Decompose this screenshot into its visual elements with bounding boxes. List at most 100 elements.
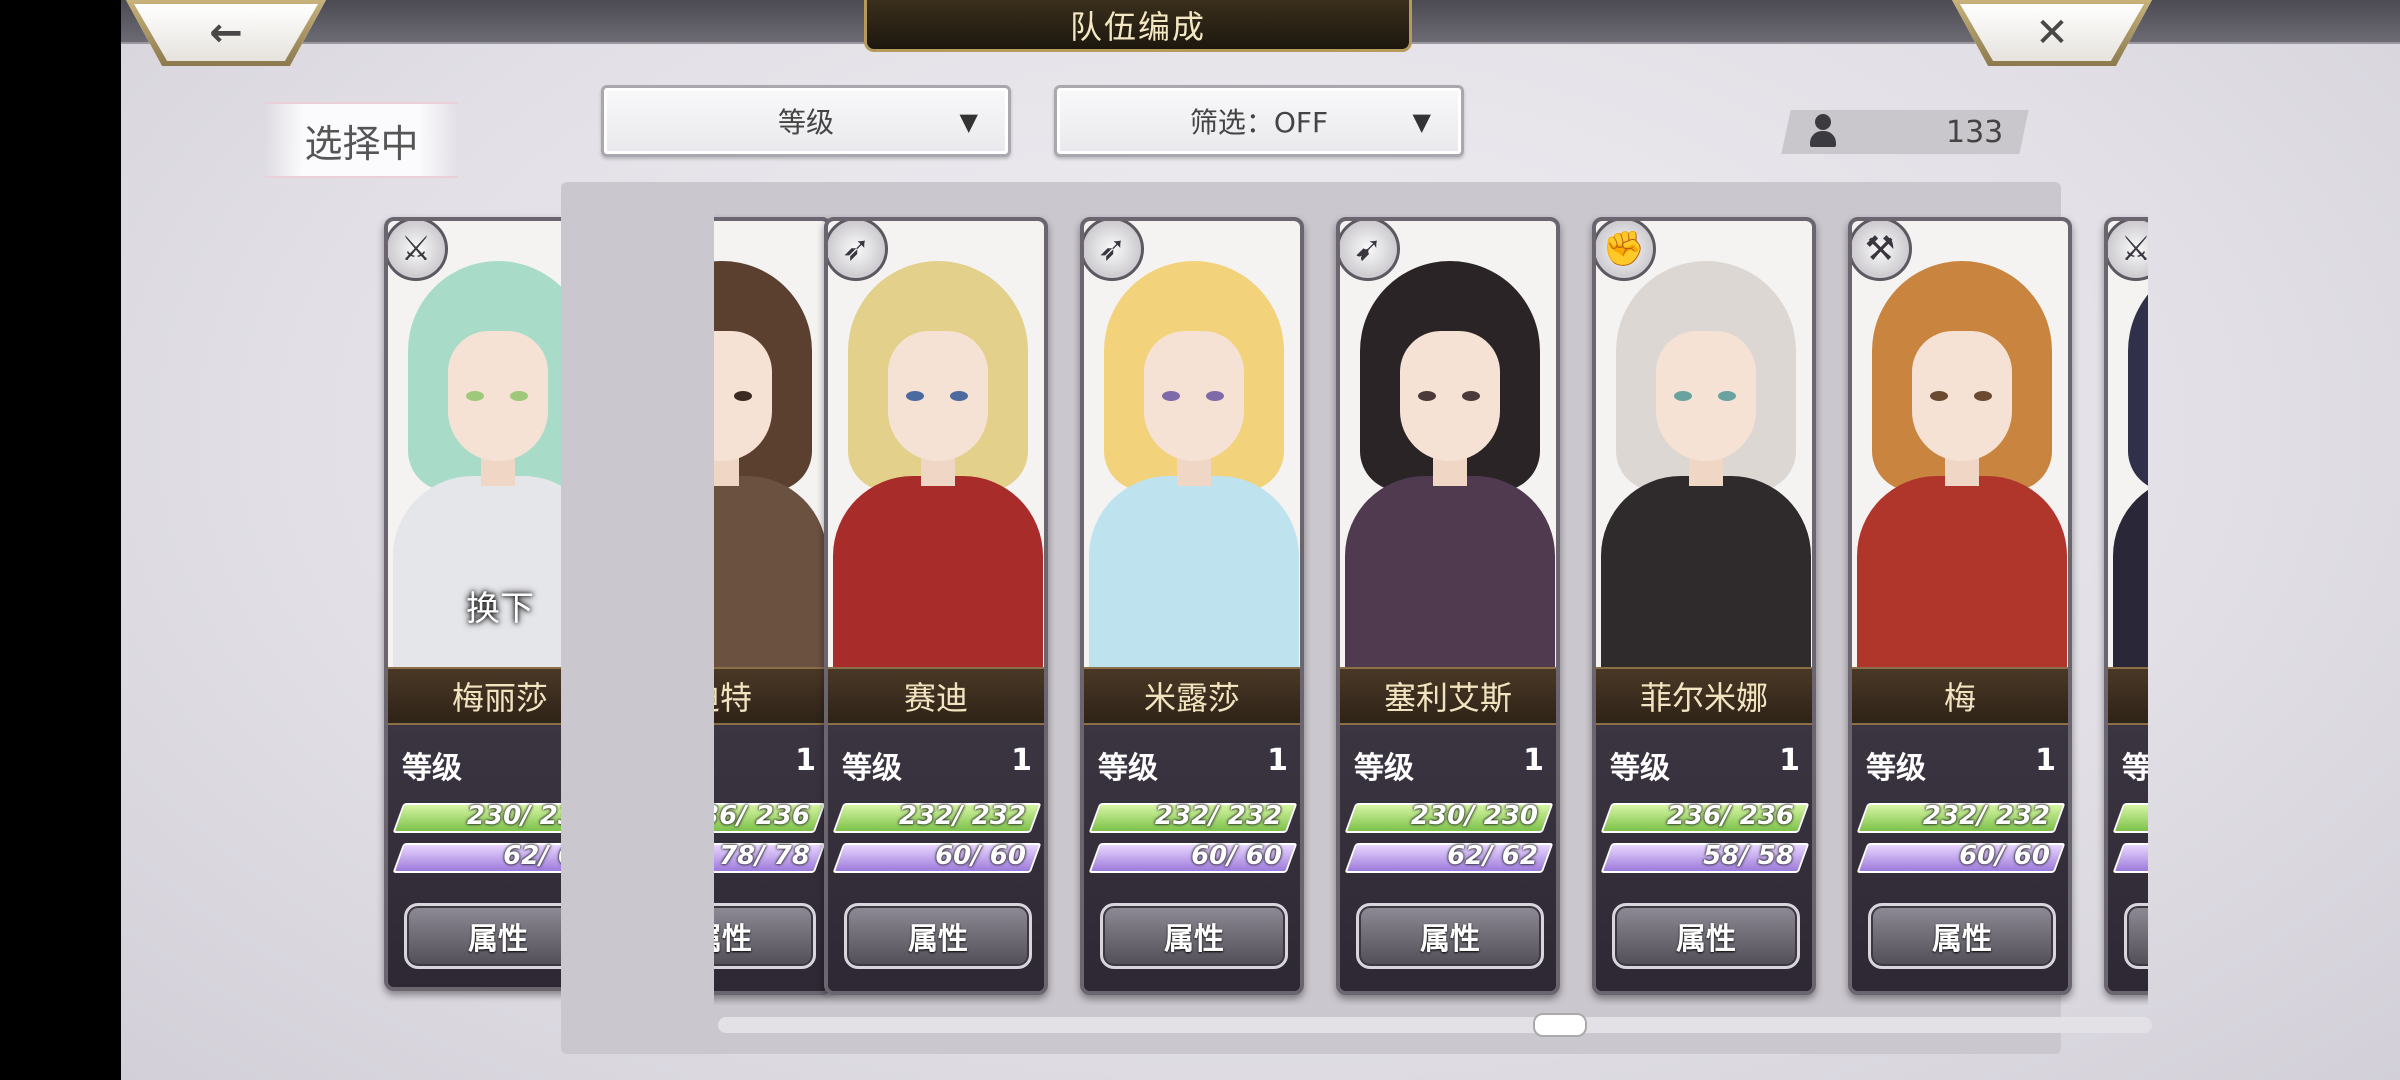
stats-panel: 等级 1 236/ 236 78/ 78 属性: [714, 725, 828, 991]
level-row: 等级 1: [1354, 743, 1544, 786]
name-bar: 赛迪: [828, 667, 1044, 725]
character-card[interactable]: ➶ 米露莎 等级 1 232/ 232 60/ 60 属性: [1080, 217, 1304, 995]
close-icon: ✕: [2035, 10, 2069, 56]
attributes-button[interactable]: 属性: [714, 903, 816, 969]
character-portrait: [2108, 221, 2148, 667]
weapon-type-icon: ➹: [1340, 221, 1400, 281]
character-portrait: [828, 221, 1044, 667]
filter-dropdown-label: 筛选：OFF: [1189, 106, 1329, 139]
mp-value: 60/ 60: [1191, 841, 1282, 871]
character-portrait: [1852, 221, 2068, 667]
hp-value: 236/ 236: [714, 801, 810, 831]
attributes-button-label: 属性: [1676, 922, 1736, 957]
level-label: 等级: [1610, 751, 1670, 786]
character-name: 迪特: [714, 679, 752, 717]
attributes-button-label: 属性: [468, 922, 528, 957]
portrait-body: [833, 476, 1043, 667]
hp-value: 232/ 232: [1154, 801, 1282, 831]
hp-bar: [2112, 803, 2148, 833]
filter-dropdown[interactable]: 筛选：OFF ▼: [1054, 85, 1464, 157]
stats-panel: 等级 1 属性: [2108, 725, 2148, 991]
character-portrait: [1596, 221, 1812, 667]
level-value: 1: [795, 743, 816, 778]
attributes-button-label: 属性: [908, 922, 968, 957]
level-label: 等级: [2122, 743, 2148, 787]
portrait-body: [1089, 476, 1299, 667]
character-card[interactable]: ➶ 赛迪 等级 1 232/ 232 60/ 60 属性: [824, 217, 1048, 995]
portrait-body: [2113, 476, 2148, 667]
character-name: 梅丽莎: [451, 679, 548, 717]
character-card[interactable]: ⚒ 梅 等级 1 232/ 232 60/ 60 属性: [1848, 217, 2072, 995]
character-list[interactable]: ⚔ 迪特 等级 1 236/ 236 78/ 78 属性: [714, 205, 2148, 1005]
member-count: 133: [1946, 115, 2004, 150]
name-bar: 米露莎: [1084, 667, 1300, 725]
page-title: 队伍编成: [1069, 7, 1206, 46]
character-name: 菲尔米娜: [1639, 679, 1768, 717]
level-label: 等级: [402, 751, 462, 786]
title-banner: 队伍编成: [864, 0, 1412, 52]
character-name: 米露莎: [1143, 679, 1240, 717]
mp-value: 58/ 58: [1703, 841, 1794, 871]
sort-dropdown-label: 等级: [777, 106, 834, 139]
hp-value: 232/ 232: [1922, 801, 2050, 831]
level-label: 等级: [1098, 751, 1158, 786]
level-row: 等级 1: [2122, 743, 2148, 786]
level-label: 等级: [1354, 751, 1414, 786]
level-row: 等级 1: [1610, 743, 1800, 786]
attributes-button[interactable]: 属性: [1100, 903, 1288, 969]
attributes-button-label: 属性: [1164, 922, 1224, 957]
mp-value: 60/ 60: [935, 841, 1026, 871]
level-row: 等级 1: [842, 743, 1032, 786]
attributes-button-label: 属性: [714, 922, 752, 957]
level-row: 等级 1: [1098, 743, 1288, 786]
name-bar: 迪特: [714, 667, 828, 725]
character-portrait: [1084, 221, 1300, 667]
mp-bar: [2112, 843, 2148, 873]
attributes-button[interactable]: 属性: [1356, 903, 1544, 969]
mp-value: 60/ 60: [1959, 841, 2050, 871]
hp-value: 230/ 230: [1410, 801, 1538, 831]
stats-panel: 等级 1 230/ 230 62/ 62 属性: [1340, 725, 1556, 991]
attributes-button[interactable]: 属性: [1612, 903, 1800, 969]
mp-value: 62/ 62: [1447, 841, 1538, 871]
name-bar: 梅: [1852, 667, 2068, 725]
hp-value: 232/ 232: [898, 801, 1026, 831]
attributes-button[interactable]: 属性: [844, 903, 1032, 969]
level-value: 1: [1779, 743, 1800, 778]
character-card[interactable]: ✊ 菲尔米娜 等级 1 236/ 236 58/ 58 属性: [1592, 217, 1816, 995]
portrait-body: [1857, 476, 2067, 667]
attributes-button-label: 属性: [1932, 922, 1992, 957]
chevron-down-icon: ▼: [959, 108, 978, 136]
stats-panel: 等级 1 232/ 232 60/ 60 属性: [1084, 725, 1300, 991]
character-card[interactable]: ➹ 塞利艾斯 等级 1 230/ 230 62/ 62 属性: [1336, 217, 1560, 995]
attributes-button[interactable]: 属性: [2124, 903, 2148, 969]
character-name: 塞利艾斯: [1383, 679, 1512, 717]
name-bar: 菲尔米娜: [1596, 667, 1812, 725]
stats-panel: 等级 1 232/ 232 60/ 60 属性: [828, 725, 1044, 991]
weapon-type-icon: ⚒: [1852, 221, 1912, 281]
character-card[interactable]: ⚔ 迪特 等级 1 236/ 236 78/ 78 属性: [714, 217, 832, 995]
scrollbar-thumb[interactable]: [1533, 1013, 1587, 1037]
selecting-label: 选择中: [265, 102, 458, 178]
weapon-type-icon: ➶: [828, 221, 888, 281]
stats-panel: 等级 1 232/ 232 60/ 60 属性: [1852, 725, 2068, 991]
hp-value: 236/ 236: [1666, 801, 1794, 831]
character-card[interactable]: ⚔ 等 等级 1 属性: [2104, 217, 2148, 995]
horizontal-scrollbar[interactable]: [718, 1017, 2152, 1033]
name-bar: 等: [2108, 667, 2148, 725]
swap-out-label[interactable]: 换下: [388, 581, 612, 630]
level-row: 等级 1: [1866, 743, 2056, 786]
level-value: 1: [1011, 743, 1032, 778]
mp-value: 78/ 78: [719, 841, 810, 871]
character-name: 梅: [1943, 679, 1976, 717]
character-name: 赛迪: [903, 679, 968, 717]
level-value: 1: [2035, 743, 2056, 778]
level-label: 等级: [1866, 751, 1926, 786]
weapon-type-icon: ⚔: [388, 221, 448, 281]
level-value: 1: [1267, 743, 1288, 778]
sort-dropdown[interactable]: 等级 ▼: [601, 85, 1011, 157]
letterbox-left: [0, 0, 121, 1080]
portrait-body: [1345, 476, 1555, 667]
attributes-button[interactable]: 属性: [1868, 903, 2056, 969]
name-bar: 塞利艾斯: [1340, 667, 1556, 725]
